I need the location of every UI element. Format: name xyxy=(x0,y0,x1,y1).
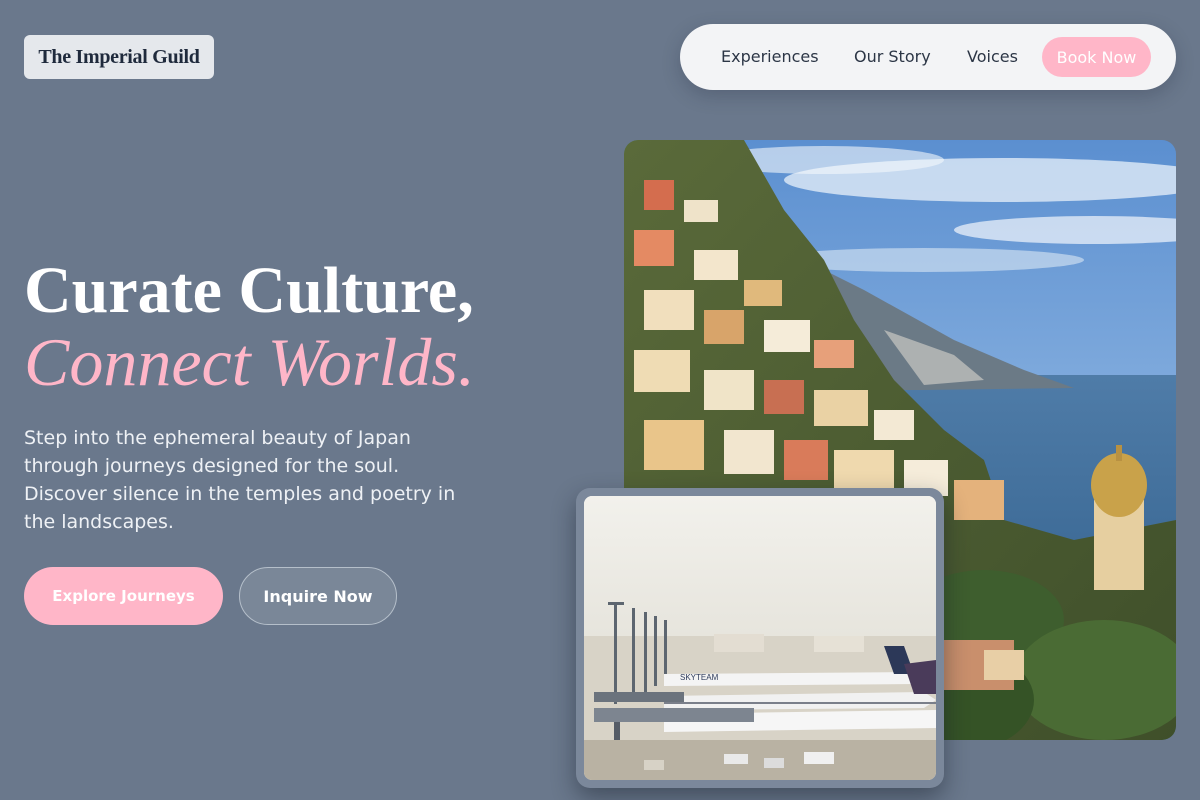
nav-link-voices[interactable]: Voices xyxy=(967,47,1018,66)
explore-journeys-button[interactable]: Explore Journeys xyxy=(24,567,223,625)
book-now-button[interactable]: Book Now xyxy=(1042,37,1151,77)
top-nav: Experiences Our Story Voices Book Now xyxy=(680,24,1176,90)
airport-terminal-photo: SKYTEAM xyxy=(584,496,936,780)
inset-photo-frame: SKYTEAM xyxy=(576,488,944,788)
hero-description: Step into the ephemeral beauty of Japan … xyxy=(24,427,456,533)
hero-headline: Curate Culture, xyxy=(24,254,474,327)
hero-headline-accent: Connect Worlds. xyxy=(24,324,475,400)
nav-link-our-story[interactable]: Our Story xyxy=(854,47,931,66)
brand-logo[interactable]: The Imperial Guild xyxy=(24,35,214,79)
skyteam-tail-text: SKYTEAM xyxy=(680,673,719,682)
airport-illustration: SKYTEAM xyxy=(584,496,936,780)
inquire-now-button[interactable]: Inquire Now xyxy=(239,567,397,625)
nav-link-experiences[interactable]: Experiences xyxy=(721,47,819,66)
